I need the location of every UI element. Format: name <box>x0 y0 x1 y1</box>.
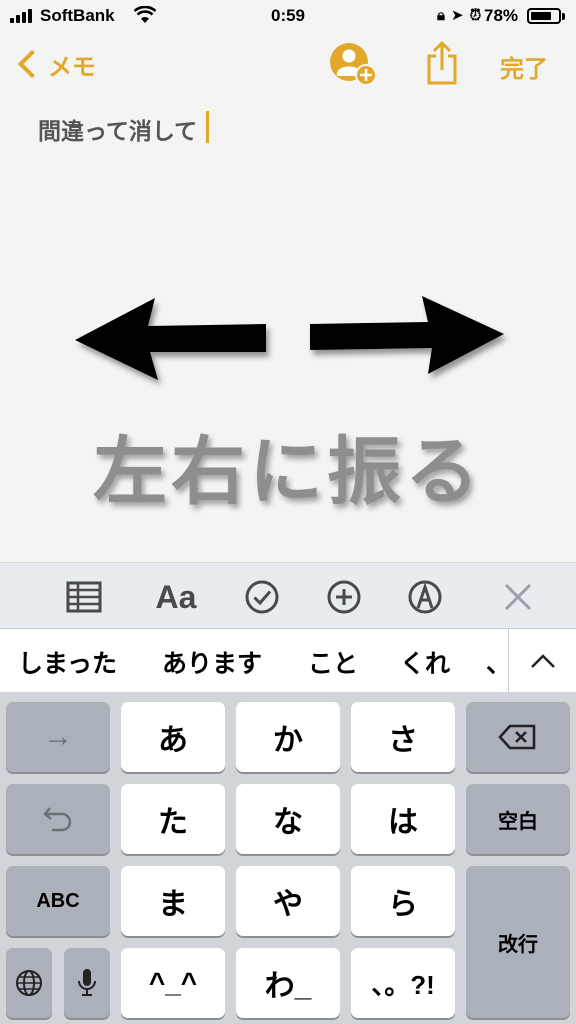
key-ha[interactable]: は <box>351 784 455 854</box>
add-collaborator-icon[interactable] <box>329 42 377 86</box>
key-a[interactable]: あ <box>121 702 225 772</box>
suggestion-item[interactable]: あります <box>162 644 262 680</box>
suggestion-item[interactable]: くれ <box>400 644 450 680</box>
globe-key[interactable] <box>6 948 52 1018</box>
suggestion-item[interactable]: しまった <box>18 644 117 680</box>
battery-icon <box>527 8 561 24</box>
status-bar: SoftBank 0:59 🔒︎➤⏰︎ 78% <box>0 0 576 34</box>
note-toolbar: Aa <box>0 562 576 629</box>
text-cursor <box>206 111 209 143</box>
abc-key[interactable]: ABC <box>6 866 110 936</box>
battery-nub <box>562 13 565 20</box>
close-icon[interactable] <box>496 575 540 619</box>
delete-key[interactable] <box>466 702 570 772</box>
globe-icon <box>16 970 42 996</box>
japanese-kana-keyboard: → あ か さ た な は 空白 ABC ま や ら 改行 ^_^ わ_ 、。?… <box>0 692 576 1024</box>
next-candidate-key[interactable]: → <box>6 702 110 772</box>
table-icon[interactable] <box>62 575 106 619</box>
checklist-icon[interactable] <box>240 575 284 619</box>
key-punctuation[interactable]: 、。?! <box>351 948 455 1018</box>
back-label: メモ <box>48 53 96 81</box>
backspace-icon <box>498 724 536 750</box>
dictation-key[interactable] <box>64 948 110 1018</box>
key-ra[interactable]: ら <box>351 866 455 936</box>
add-icon[interactable] <box>322 575 366 619</box>
space-key[interactable]: 空白 <box>466 784 570 854</box>
share-icon[interactable] <box>424 40 460 86</box>
left-arrow-icon <box>75 298 266 380</box>
undo-key[interactable] <box>6 784 110 854</box>
microphone-icon <box>78 969 96 996</box>
return-key[interactable]: 改行 <box>466 866 570 1018</box>
prediction-bar: しまった あります こと くれ 、 <box>0 628 576 694</box>
right-arrow-icon <box>310 296 504 374</box>
shake-instruction-caption: 左右に振る <box>93 430 483 513</box>
note-text[interactable]: 間違って消して <box>38 112 197 146</box>
key-ka[interactable]: か <box>236 702 340 772</box>
done-button[interactable]: 完了 <box>500 49 548 84</box>
location-icon: ➤ <box>450 7 470 24</box>
format-text-icon[interactable]: Aa <box>154 575 198 619</box>
key-emoticon[interactable]: ^_^ <box>121 948 225 1018</box>
key-sa[interactable]: さ <box>351 702 455 772</box>
undo-icon <box>43 807 72 832</box>
orientation-lock-icon: 🔒︎ <box>437 7 451 24</box>
key-ta[interactable]: た <box>121 784 225 854</box>
key-wa[interactable]: わ_ <box>236 948 340 1018</box>
suggestion-item[interactable]: こと <box>308 644 358 680</box>
expand-suggestions-button[interactable] <box>508 629 576 693</box>
back-button[interactable]: メモ <box>14 44 96 84</box>
battery-percent: 78% <box>484 6 519 25</box>
chevron-left-icon <box>17 49 47 79</box>
key-na[interactable]: な <box>236 784 340 854</box>
chevron-up-icon <box>531 654 555 668</box>
markup-icon[interactable] <box>403 575 447 619</box>
key-ma[interactable]: ま <box>121 866 225 936</box>
key-ya[interactable]: や <box>236 866 340 936</box>
